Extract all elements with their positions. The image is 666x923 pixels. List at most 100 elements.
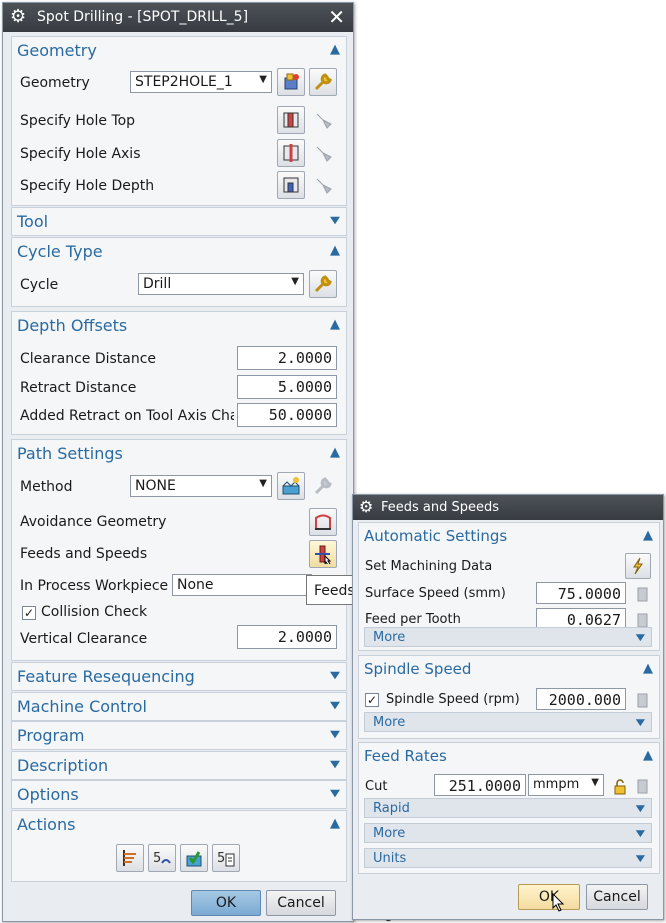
cancel-button[interactable]: Cancel: [586, 884, 648, 910]
dropdown-arrow-icon[interactable]: ▼: [259, 74, 267, 85]
cut-calc-button[interactable]: [631, 774, 651, 796]
chevron-up-icon[interactable]: ▲: [330, 816, 340, 831]
automatic-settings-header[interactable]: Automatic Settings ▲: [359, 523, 659, 551]
retract-input[interactable]: 5.0000: [237, 375, 337, 399]
dropdown-arrow-icon[interactable]: ▼: [291, 276, 299, 287]
description-group[interactable]: Description ▼: [11, 751, 347, 780]
spindle-speed-checkbox[interactable]: ✓: [365, 693, 379, 707]
set-machining-data-button[interactable]: [625, 553, 651, 579]
actions-header[interactable]: Actions ▲: [12, 811, 346, 839]
feeds-more-bar[interactable]: More ▼: [364, 823, 652, 843]
chevron-up-icon[interactable]: ▲: [330, 445, 340, 460]
method-select[interactable]: NONE ▼: [130, 475, 272, 497]
avoidance-button[interactable]: [309, 508, 337, 536]
spindle-rpm-input[interactable]: 2000.000: [536, 688, 626, 710]
chevron-down-icon[interactable]: ▼: [330, 215, 340, 226]
replay-button[interactable]: 5: [148, 844, 176, 872]
feed-rates-header[interactable]: Feed Rates ▲: [359, 743, 659, 771]
hole-top-button[interactable]: [277, 106, 305, 134]
close-icon[interactable]: ✕: [328, 5, 345, 29]
cycle-type-group: Cycle Type ▲ Cycle Drill ▼: [11, 237, 347, 307]
chevron-down-icon[interactable]: ▼: [330, 788, 340, 799]
machine-control-group[interactable]: Machine Control ▼: [11, 692, 347, 721]
ipw-select[interactable]: None: [172, 574, 312, 596]
edit-method-button[interactable]: [309, 472, 337, 500]
cut-unit-select[interactable]: mmpm ▼: [528, 774, 604, 796]
chevron-up-icon[interactable]: ▲: [330, 317, 340, 332]
dropdown-arrow-icon[interactable]: ▼: [591, 777, 599, 788]
added-retract-input[interactable]: 50.0000: [237, 403, 337, 427]
spindle-more-bar[interactable]: More ▼: [364, 712, 652, 732]
collision-check-checkbox[interactable]: ✓: [22, 606, 36, 620]
surface-speed-input[interactable]: 75.0000: [536, 582, 626, 604]
rapid-bar[interactable]: Rapid ▼: [364, 798, 652, 818]
clearance-input[interactable]: 2.0000: [237, 346, 337, 370]
hole-axis-flashlight[interactable]: [309, 139, 337, 167]
chevron-down-icon[interactable]: ▼: [636, 828, 645, 839]
cut-label: Cut: [365, 779, 388, 794]
cancel-button[interactable]: Cancel: [266, 890, 336, 916]
ok-button[interactable]: OK: [191, 890, 261, 916]
edit-cycle-button[interactable]: [309, 270, 337, 298]
chevron-down-icon[interactable]: ▼: [636, 803, 645, 814]
depth-offsets-header[interactable]: Depth Offsets ▲: [12, 312, 346, 340]
list-button[interactable]: 5: [212, 844, 240, 872]
dropdown-arrow-icon[interactable]: ▼: [259, 478, 267, 489]
hole-depth-button[interactable]: [277, 171, 305, 199]
title-bar[interactable]: ⚙ Spot Drilling - [SPOT_DRILL_5] ✕: [3, 3, 353, 32]
tool-group[interactable]: Tool ▼: [11, 207, 347, 236]
path-settings-header[interactable]: Path Settings ▲: [12, 440, 346, 468]
chevron-up-icon[interactable]: ▲: [643, 528, 653, 543]
cycle-select[interactable]: Drill ▼: [138, 273, 304, 295]
geometry-select[interactable]: STEP2HOLE_1 ▼: [130, 71, 272, 93]
chevron-down-icon[interactable]: ▼: [330, 670, 340, 681]
chevron-down-icon[interactable]: ▼: [330, 700, 340, 711]
hole-top-flashlight[interactable]: [309, 106, 337, 134]
vertical-clearance-input[interactable]: 2.0000: [237, 625, 337, 649]
calculator-icon: [637, 587, 648, 602]
chevron-down-icon[interactable]: ▼: [330, 729, 340, 740]
new-geometry-button[interactable]: [277, 68, 305, 96]
generate-button[interactable]: [116, 844, 144, 872]
cut-input[interactable]: 251.0000: [434, 774, 526, 796]
geometry-header[interactable]: Geometry ▲: [12, 37, 346, 65]
ipw-label: In Process Workpiece: [20, 578, 169, 594]
chevron-up-icon[interactable]: ▲: [330, 243, 340, 258]
cycle-type-header[interactable]: Cycle Type ▲: [12, 238, 346, 266]
calculator-icon: [637, 693, 648, 708]
depth-offsets-title: Depth Offsets: [17, 316, 128, 335]
feeds-and-speeds-dialog: ⚙ Feeds and Speeds Automatic Settings ▲ …: [352, 494, 664, 920]
chevron-up-icon[interactable]: ▲: [330, 42, 340, 57]
chevron-up-icon[interactable]: ▲: [643, 748, 653, 763]
title-bar[interactable]: ⚙ Feeds and Speeds: [353, 495, 663, 520]
chevron-down-icon[interactable]: ▼: [636, 853, 645, 864]
spindle-calc-button[interactable]: [631, 688, 651, 710]
surface-speed-calc-button[interactable]: [631, 582, 651, 604]
dialog-title: Feeds and Speeds: [381, 500, 500, 515]
chevron-down-icon[interactable]: ▼: [636, 717, 645, 728]
spindle-speed-header[interactable]: Spindle Speed ▲: [359, 656, 659, 684]
chevron-up-icon[interactable]: ▲: [643, 661, 653, 676]
units-bar[interactable]: Units ▼: [364, 848, 652, 868]
new-method-button[interactable]: [277, 472, 305, 500]
automatic-settings-group: Automatic Settings ▲ Set Machining Data …: [358, 522, 660, 651]
feeds-speeds-button[interactable]: [309, 540, 337, 568]
program-group[interactable]: Program ▼: [11, 721, 347, 750]
auto-more-bar[interactable]: More ▼: [364, 627, 652, 647]
ok-button[interactable]: OK: [518, 884, 580, 910]
new-method-icon: [282, 477, 300, 495]
geometry-group: Geometry ▲ Geometry STEP2HOLE_1 ▼ Specif…: [11, 36, 347, 206]
options-group[interactable]: Options ▼: [11, 780, 347, 809]
tool-title: Tool: [17, 212, 49, 231]
surface-speed-label: Surface Speed (smm): [365, 586, 506, 601]
lock-button[interactable]: [608, 774, 628, 796]
chevron-down-icon[interactable]: ▼: [636, 632, 645, 643]
hole-axis-button[interactable]: [277, 139, 305, 167]
hole-depth-flashlight[interactable]: [309, 171, 337, 199]
chevron-down-icon[interactable]: ▼: [330, 759, 340, 770]
edit-geometry-button[interactable]: [309, 68, 337, 96]
spot-drilling-dialog: ⚙ Spot Drilling - [SPOT_DRILL_5] ✕ Geome…: [2, 2, 354, 922]
method-select-value: NONE: [135, 478, 176, 494]
feature-resequencing-group[interactable]: Feature Resequencing ▼: [11, 662, 347, 691]
verify-button[interactable]: [180, 844, 208, 872]
